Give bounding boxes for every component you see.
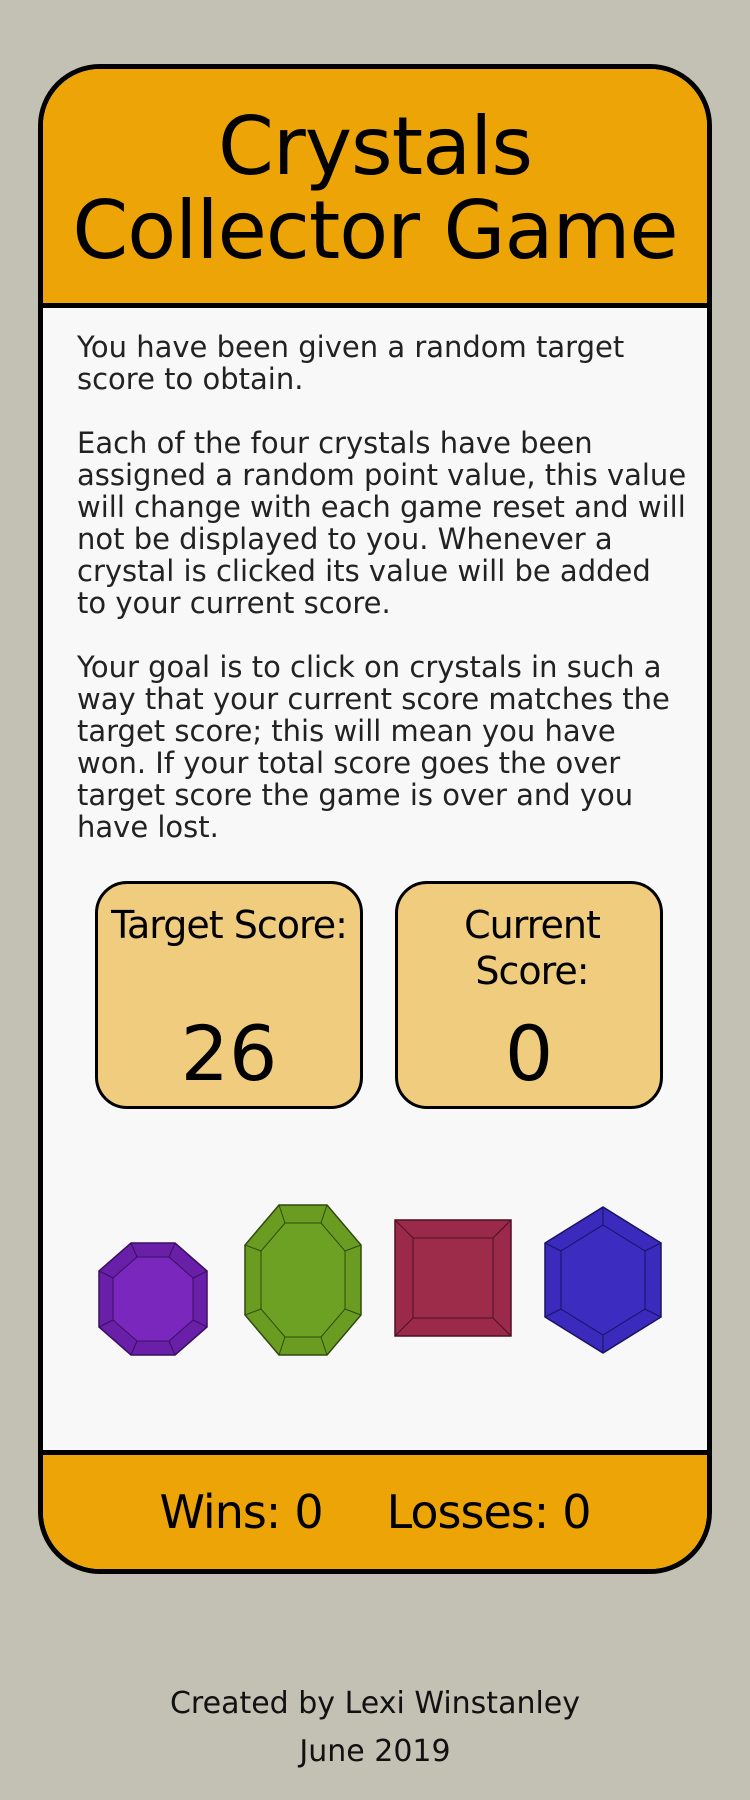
losses-counter: Losses: 0 <box>386 1485 592 1539</box>
game-card: Crystals Collector Game You have been gi… <box>38 64 712 1574</box>
page-title: Crystals Collector Game <box>72 100 678 277</box>
current-score-box: Current Score: 0 <box>395 881 663 1109</box>
instructions-paragraph: You have been given a random target scor… <box>77 330 625 396</box>
crystal-inner <box>412 1237 494 1319</box>
credits-date: June 2019 <box>299 1734 451 1769</box>
current-score-value: 0 <box>504 1009 554 1098</box>
instructions-paragraph: Each of the four crystals have been assi… <box>77 426 687 620</box>
losses-value: 0 <box>562 1485 591 1539</box>
score-footer: Wins: 0 Losses: 0 <box>43 1450 707 1569</box>
crystal-inner <box>112 1256 194 1342</box>
instructions: You have been given a random target scor… <box>77 331 687 875</box>
wins-value: 0 <box>294 1485 323 1539</box>
target-score-label: Target Score: <box>111 903 348 947</box>
crystal-row <box>43 1203 707 1363</box>
red-square-crystal[interactable] <box>393 1218 513 1338</box>
crystal-inner <box>260 1222 346 1338</box>
credits: Created by Lexi Winstanley June 2019 <box>0 1680 750 1776</box>
instructions-paragraph: Your goal is to click on crystals in suc… <box>77 650 670 844</box>
wins-label: Wins: <box>159 1485 281 1539</box>
target-score-value: 26 <box>180 1009 278 1098</box>
game-header: Crystals Collector Game <box>43 69 707 308</box>
green-octagon-crystal[interactable] <box>243 1203 365 1357</box>
losses-label: Losses: <box>386 1485 550 1539</box>
credits-author: Created by Lexi Winstanley <box>169 1686 581 1721</box>
purple-octagon-crystal[interactable] <box>93 1241 213 1357</box>
wins-counter: Wins: 0 <box>159 1485 323 1539</box>
current-score-label: Current Score: <box>464 903 601 993</box>
target-score-box: Target Score: 26 <box>95 881 363 1109</box>
blue-hexagon-crystal[interactable] <box>541 1205 665 1355</box>
